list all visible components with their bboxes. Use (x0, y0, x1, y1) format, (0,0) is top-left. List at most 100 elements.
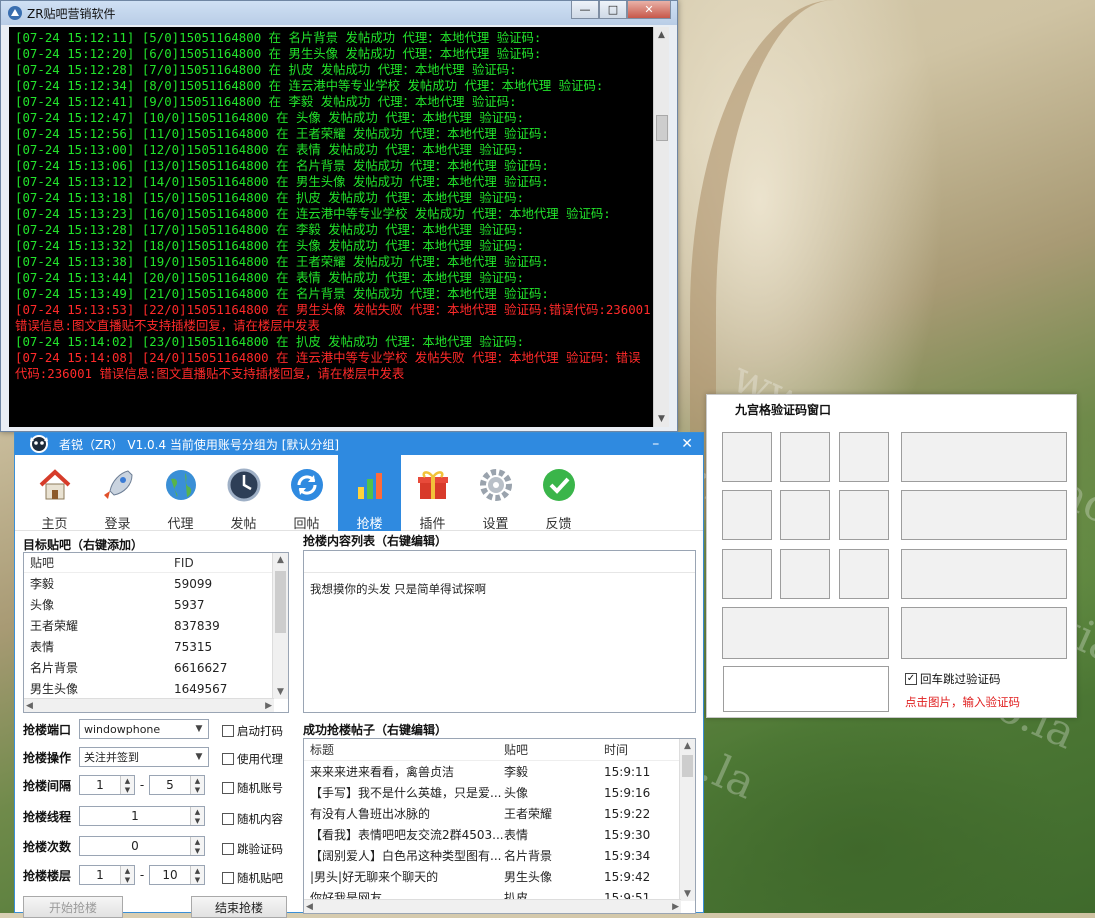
table-row[interactable]: 头像 5937 (24, 594, 288, 615)
checkbox-box[interactable] (222, 782, 234, 794)
table-row[interactable]: 【阔别爱人】白色吊这种类型图有... 名片背景 15:9:34 (304, 845, 695, 866)
toolbar-check-circle-button[interactable]: 反馈 (527, 455, 590, 532)
content-item[interactable]: 我想摸你的头发 只是简单得试探啊 (304, 573, 695, 605)
stop-button[interactable]: 结束抢楼 (191, 896, 287, 918)
checkbox-box[interactable]: ✓ (905, 673, 917, 685)
console-titlebar[interactable]: ZR贴吧营销软件 — □ ✕ (1, 1, 677, 25)
captcha-cell-7[interactable] (722, 549, 772, 599)
captcha-input[interactable] (723, 666, 889, 712)
scroll-up-icon[interactable]: ▲ (273, 553, 288, 567)
scroll-right-icon[interactable]: ▶ (672, 900, 679, 913)
stepper-arrows-icon[interactable]: ▲ ▼ (190, 776, 204, 794)
checkbox-random-account[interactable]: 随机账号 (222, 780, 283, 796)
scroll-down-icon[interactable]: ▼ (680, 887, 695, 901)
checkbox-random-bar[interactable]: 随机贴吧 (222, 870, 283, 886)
scroll-left-icon[interactable]: ◀ (306, 900, 313, 913)
console-log[interactable]: [07-24 15:12:11] [5/0]15051164800 在 名片背景… (9, 27, 655, 427)
toolbar-gift-button[interactable]: 插件 (401, 455, 464, 532)
scroll-thumb[interactable] (656, 115, 668, 141)
captcha-skip-checkbox[interactable]: ✓ 回车跳过验证码 (905, 671, 1001, 687)
stepper-arrows-icon[interactable]: ▲ ▼ (190, 807, 204, 825)
app-close-button[interactable]: ✕ (681, 436, 693, 452)
column-header-fid[interactable]: FID (174, 556, 274, 570)
main-toolbar: 主页 登录 代理 发帖 回帖 抢楼 插件 设置 反馈 (15, 455, 703, 532)
scroll-down-icon[interactable]: ▼ (654, 411, 669, 427)
checkbox-box[interactable] (222, 872, 234, 884)
column-header-bar[interactable]: 贴吧 (504, 741, 604, 758)
stepper-arrows-icon[interactable]: ▲ ▼ (120, 776, 134, 794)
table-row[interactable]: 有没有人鲁班出冰脉的 王者荣耀 15:9:22 (304, 803, 695, 824)
scroll-thumb[interactable] (275, 571, 286, 633)
column-header-bar[interactable]: 贴吧 (24, 554, 174, 571)
threads-stepper[interactable]: 1 ▲ ▼ (79, 806, 205, 826)
interval-min-stepper[interactable]: 1 ▲ ▼ (79, 775, 135, 795)
toolbar-home-button[interactable]: 主页 (23, 455, 86, 532)
stepper-arrows-icon[interactable]: ▲ ▼ (190, 866, 204, 884)
minimize-button[interactable]: — (571, 1, 599, 19)
table-row[interactable]: |男头|好无聊来个聊天的 男生头像 15:9:42 (304, 866, 695, 887)
operation-select[interactable]: 关注并签到 ▼ (79, 747, 209, 767)
stepper-arrows-icon[interactable]: ▲ ▼ (120, 866, 134, 884)
toolbar-gear-button[interactable]: 设置 (464, 455, 527, 532)
table-row[interactable]: 【手写】我不是什么英雄，只是爱... 头像 15:9:16 (304, 782, 695, 803)
start-button[interactable]: 开始抢楼 (23, 896, 123, 918)
chevron-down-icon[interactable]: ▼ (192, 749, 206, 765)
captcha-cell-2[interactable] (780, 432, 830, 482)
app-titlebar[interactable]: 者锐（ZR） V1.0.4 当前使用账号分组为 [默认分组] – ✕ (15, 433, 703, 455)
toolbar-rocket-button[interactable]: 登录 (86, 455, 149, 532)
table-row[interactable]: 【看我】表情吧吧友交流2群4503... 表情 15:9:30 (304, 824, 695, 845)
count-stepper[interactable]: 0 ▲ ▼ (79, 836, 205, 856)
table-row[interactable]: 男生头像 1649567 (24, 678, 288, 699)
toolbar-refresh-button[interactable]: 回帖 (275, 455, 338, 532)
table-row[interactable]: 李毅 59099 (24, 573, 288, 594)
checkbox-box[interactable] (222, 813, 234, 825)
target-bars-table[interactable]: 贴吧 FID 李毅 59099 头像 5937 王者荣耀 837839 表情 75315 名片背… (23, 552, 289, 713)
captcha-cell-1[interactable] (722, 432, 772, 482)
captcha-cell-9[interactable] (839, 549, 889, 599)
captcha-cell-6[interactable] (839, 490, 889, 540)
checkbox-random-content[interactable]: 随机内容 (222, 811, 283, 827)
toolbar-clock-button[interactable]: 发帖 (212, 455, 275, 532)
toolbar-globe-button[interactable]: 代理 (149, 455, 212, 532)
checkbox-box[interactable] (222, 843, 234, 855)
checkbox-auto-captcha[interactable]: 启动打码 (222, 723, 283, 739)
maximize-button[interactable]: □ (599, 1, 627, 19)
column-header-time[interactable]: 时间 (604, 741, 674, 758)
scroll-thumb[interactable] (682, 755, 693, 777)
success-posts-table[interactable]: 标题 贴吧 时间 来来来进来看看，禽兽贞洁 李毅 15:9:11 【手写】我不是什么英… (303, 738, 696, 914)
success-posts-vscroll[interactable]: ▲ ▼ (679, 739, 695, 901)
column-header-title[interactable]: 标题 (304, 741, 504, 758)
console-scrollbar[interactable]: ▲ ▼ (653, 27, 669, 427)
toolbar-bar-chart-button[interactable]: 抢楼 (338, 455, 401, 532)
captcha-cell-5[interactable] (780, 490, 830, 540)
checkbox-box[interactable] (222, 725, 234, 737)
stepper-arrows-icon[interactable]: ▲ ▼ (190, 837, 204, 855)
content-list[interactable]: 我想摸你的头发 只是简单得试探啊 (303, 550, 696, 713)
checkbox-box[interactable] (222, 753, 234, 765)
captcha-cell-4[interactable] (722, 490, 772, 540)
captcha-cell-3[interactable] (839, 432, 889, 482)
table-row[interactable]: 来来来进来看看，禽兽贞洁 李毅 15:9:11 (304, 761, 695, 782)
close-button[interactable]: ✕ (627, 1, 671, 19)
chevron-down-icon[interactable]: ▼ (192, 721, 206, 737)
floor-max-stepper[interactable]: 10 ▲ ▼ (149, 865, 205, 885)
table-row[interactable]: 名片背景 6616627 (24, 657, 288, 678)
checkbox-skip-captcha[interactable]: 跳验证码 (222, 841, 283, 857)
interval-max-stepper[interactable]: 5 ▲ ▼ (149, 775, 205, 795)
success-posts-hscroll[interactable]: ◀ ▶ (304, 899, 681, 913)
scroll-up-icon[interactable]: ▲ (680, 739, 695, 753)
app-minimize-button[interactable]: – (652, 436, 659, 452)
scroll-up-icon[interactable]: ▲ (654, 27, 669, 43)
table-row[interactable]: 表情 75315 (24, 636, 288, 657)
table-row[interactable]: 王者荣耀 837839 (24, 615, 288, 636)
target-bars-hscroll[interactable]: ◀ ▶ (24, 698, 274, 712)
checkbox-use-proxy[interactable]: 使用代理 (222, 751, 283, 767)
target-bars-vscroll[interactable]: ▲ ▼ (272, 553, 288, 699)
scroll-down-icon[interactable]: ▼ (273, 685, 288, 699)
floor-min-stepper[interactable]: 1 ▲ ▼ (79, 865, 135, 885)
scroll-left-icon[interactable]: ◀ (26, 699, 33, 712)
port-select[interactable]: windowphone ▼ (79, 719, 209, 739)
rocket-icon (98, 465, 138, 509)
captcha-cell-8[interactable] (780, 549, 830, 599)
scroll-right-icon[interactable]: ▶ (265, 699, 272, 712)
